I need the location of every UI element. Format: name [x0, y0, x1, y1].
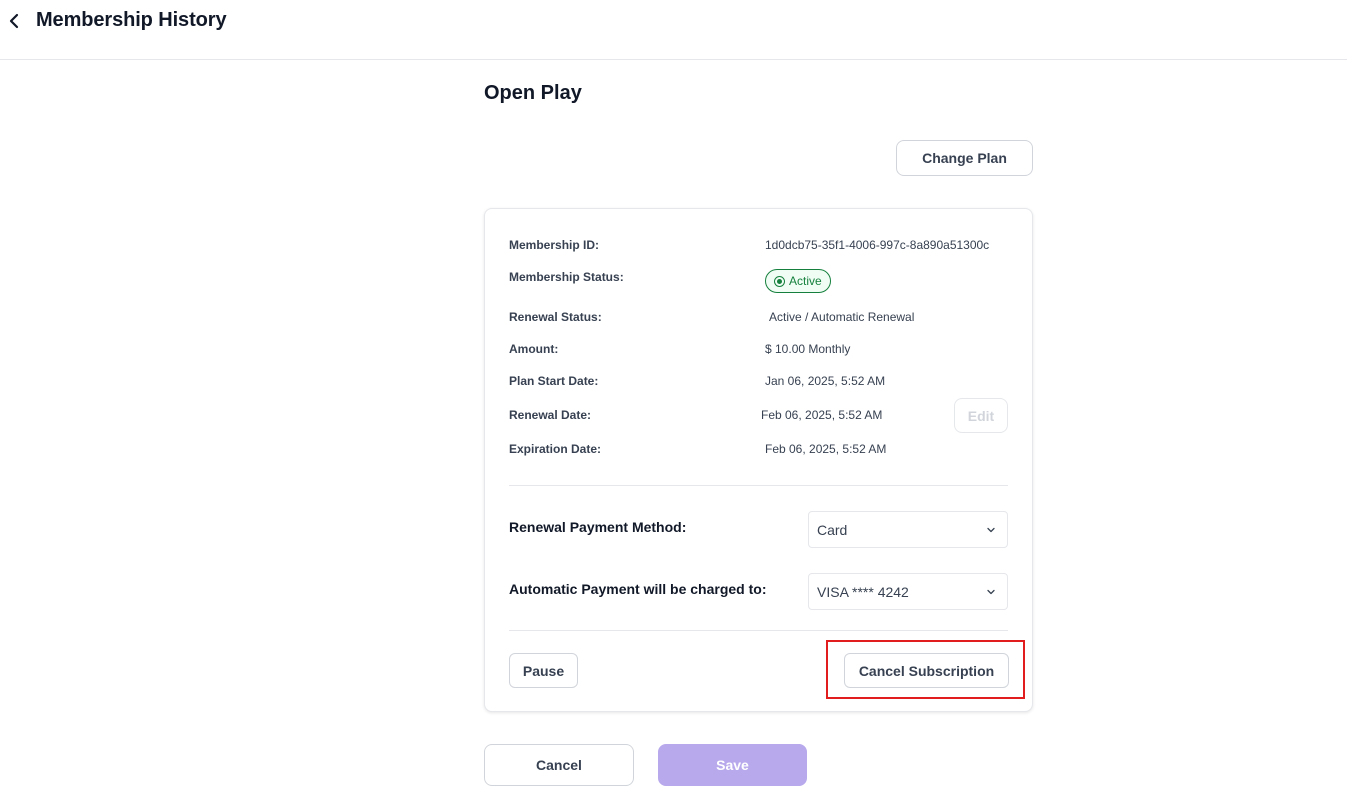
chevron-left-icon	[9, 13, 19, 29]
amount-label: Amount:	[509, 342, 559, 356]
plan-title: Open Play	[484, 82, 582, 104]
renewal-payment-method-value: Card	[817, 521, 848, 538]
edit-renewal-date-button[interactable]: Edit	[954, 398, 1008, 433]
charged-to-value: VISA **** 4242	[817, 583, 909, 600]
renewal-date-value: Feb 06, 2025, 5:52 AM	[761, 408, 883, 422]
charged-to-label: Automatic Payment will be charged to:	[509, 581, 767, 597]
change-plan-button[interactable]: Change Plan	[896, 140, 1033, 176]
radio-dot-icon	[774, 275, 785, 287]
pause-button[interactable]: Pause	[509, 653, 578, 688]
plan-start-date-label: Plan Start Date:	[509, 374, 599, 388]
membership-id-label: Membership ID:	[509, 238, 600, 252]
status-badge-text: Active	[789, 274, 822, 288]
chevron-down-icon	[987, 527, 995, 533]
chevron-down-icon	[987, 589, 995, 595]
cancel-button[interactable]: Cancel	[484, 744, 634, 786]
save-button[interactable]: Save	[658, 744, 807, 786]
renewal-payment-method-select[interactable]: Card	[808, 511, 1008, 548]
membership-id-value: 1d0dcb75-35f1-4006-997c-8a890a51300c	[765, 238, 990, 252]
renewal-payment-method-label: Renewal Payment Method:	[509, 519, 687, 535]
membership-status-label: Membership Status:	[509, 270, 624, 284]
renewal-date-label: Renewal Date:	[509, 408, 592, 422]
page-title: Membership History	[36, 9, 227, 31]
charged-to-select[interactable]: VISA **** 4242	[808, 573, 1008, 610]
divider	[509, 485, 1008, 486]
membership-card: Membership ID: 1d0dcb75-35f1-4006-997c-8…	[484, 208, 1033, 712]
amount-value: $ 10.00 Monthly	[765, 342, 851, 356]
expiration-date-value: Feb 06, 2025, 5:52 AM	[765, 442, 887, 456]
top-bar: Membership History	[0, 0, 1347, 60]
renewal-status-label: Renewal Status:	[509, 310, 602, 324]
cancel-subscription-button[interactable]: Cancel Subscription	[844, 653, 1009, 688]
back-button[interactable]	[4, 10, 24, 32]
renewal-status-value: Active / Automatic Renewal	[769, 310, 915, 324]
plan-start-date-value: Jan 06, 2025, 5:52 AM	[765, 374, 886, 388]
expiration-date-label: Expiration Date:	[509, 442, 602, 456]
status-badge: Active	[765, 269, 831, 293]
divider	[509, 630, 1008, 631]
